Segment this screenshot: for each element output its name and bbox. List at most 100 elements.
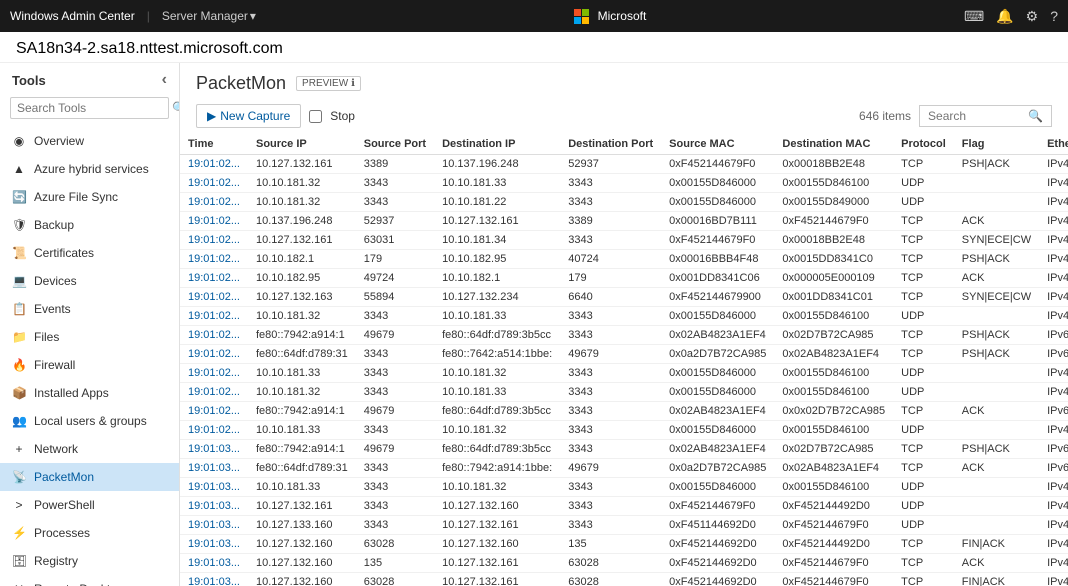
- remote-desktop-icon: ✕: [12, 582, 26, 586]
- table-row[interactable]: 19:01:03...10.127.132.1606302810.127.132…: [180, 573, 1068, 586]
- table-row[interactable]: 19:01:02...10.137.196.2485293710.127.132…: [180, 212, 1068, 231]
- processes-icon: ⚡: [12, 526, 26, 540]
- sidebar-item-certificates[interactable]: 📜 Certificates: [0, 239, 179, 267]
- table-row[interactable]: 19:01:03...fe80::7942:a914:149679fe80::6…: [180, 440, 1068, 459]
- table-row[interactable]: 19:01:02...10.10.181.33334310.10.181.323…: [180, 364, 1068, 383]
- table-row[interactable]: 19:01:02...10.127.132.1616303110.10.181.…: [180, 231, 1068, 250]
- terminal-icon[interactable]: ⌨: [964, 8, 984, 25]
- table-row[interactable]: 19:01:02...10.10.181.33334310.10.181.323…: [180, 421, 1068, 440]
- time-link[interactable]: 19:01:03...: [188, 462, 240, 474]
- table-row[interactable]: 19:01:03...10.127.132.1606302810.127.132…: [180, 535, 1068, 554]
- sidebar-item-devices[interactable]: 💻 Devices: [0, 267, 179, 295]
- table-row[interactable]: 19:01:02...10.10.181.32334310.10.181.333…: [180, 383, 1068, 402]
- sidebar-item-files[interactable]: 📁 Files: [0, 323, 179, 351]
- sidebar-item-azure-hybrid[interactable]: ▲ Azure hybrid services: [0, 155, 179, 183]
- help-icon[interactable]: ?: [1050, 8, 1058, 24]
- col-dest-mac[interactable]: Destination MAC: [774, 134, 893, 155]
- table-cell: 0x02D7B72CA985: [774, 440, 893, 459]
- table-row[interactable]: 19:01:02...fe80::7942:a914:149679fe80::6…: [180, 402, 1068, 421]
- col-dest-ip[interactable]: Destination IP: [434, 134, 560, 155]
- time-link[interactable]: 19:01:03...: [188, 481, 240, 493]
- time-link[interactable]: 19:01:03...: [188, 500, 240, 512]
- sidebar-item-overview[interactable]: ◉ Overview: [0, 127, 179, 155]
- sidebar-item-powershell[interactable]: > PowerShell: [0, 491, 179, 519]
- time-link[interactable]: 19:01:02...: [188, 158, 240, 170]
- sidebar-item-packetmon[interactable]: 📡 PacketMon: [0, 463, 179, 491]
- table-row[interactable]: 19:01:02...10.10.182.954972410.10.182.11…: [180, 269, 1068, 288]
- table-row[interactable]: 19:01:02...10.10.181.32334310.10.181.223…: [180, 193, 1068, 212]
- time-link[interactable]: 19:01:02...: [188, 405, 240, 417]
- sidebar-collapse-button[interactable]: ‹: [162, 71, 167, 89]
- sidebar-item-azure-file-sync[interactable]: 🔄 Azure File Sync: [0, 183, 179, 211]
- table-cell: FIN|ACK: [954, 573, 1039, 586]
- time-link[interactable]: 19:01:02...: [188, 310, 240, 322]
- sidebar-item-firewall[interactable]: 🔥 Firewall: [0, 351, 179, 379]
- col-time[interactable]: Time: [180, 134, 248, 155]
- table-row[interactable]: 19:01:02...10.10.181.32334310.10.181.333…: [180, 174, 1068, 193]
- time-link[interactable]: 19:01:02...: [188, 234, 240, 246]
- local-users-icon: 👥: [12, 414, 26, 428]
- table-row[interactable]: 19:01:03...fe80::64df:d789:313343fe80::7…: [180, 459, 1068, 478]
- search-tools-input[interactable]: [17, 101, 172, 115]
- table-row[interactable]: 19:01:02...10.10.182.117910.10.182.95407…: [180, 250, 1068, 269]
- notifications-icon[interactable]: 🔔: [996, 8, 1013, 25]
- time-link[interactable]: 19:01:02...: [188, 196, 240, 208]
- search-input[interactable]: [928, 109, 1028, 123]
- time-link[interactable]: 19:01:02...: [188, 272, 240, 284]
- sidebar-item-events[interactable]: 📋 Events: [0, 295, 179, 323]
- sidebar-item-processes[interactable]: ⚡ Processes: [0, 519, 179, 547]
- col-flag[interactable]: Flag: [954, 134, 1039, 155]
- time-link[interactable]: 19:01:02...: [188, 215, 240, 227]
- col-ether-type[interactable]: Ether Type: [1039, 134, 1068, 155]
- preview-badge: PREVIEW ℹ: [296, 76, 361, 91]
- server-manager-button[interactable]: Server Manager ▾: [162, 9, 256, 23]
- table-row[interactable]: 19:01:02...10.10.181.32334310.10.181.333…: [180, 307, 1068, 326]
- ms-square-green: [582, 9, 589, 16]
- packet-table-container[interactable]: Time Source IP Source Port Destination I…: [180, 134, 1068, 586]
- settings-icon[interactable]: ⚙: [1026, 8, 1039, 25]
- sidebar-item-local-users[interactable]: 👥 Local users & groups: [0, 407, 179, 435]
- table-row[interactable]: 19:01:02...fe80::7942:a914:149679fe80::6…: [180, 326, 1068, 345]
- table-row[interactable]: 19:01:02...fe80::64df:d789:313343fe80::7…: [180, 345, 1068, 364]
- table-row[interactable]: 19:01:03...10.127.132.16013510.127.132.1…: [180, 554, 1068, 573]
- table-row[interactable]: 19:01:03...10.127.133.160334310.127.132.…: [180, 516, 1068, 535]
- table-row[interactable]: 19:01:03...10.127.132.161334310.127.132.…: [180, 497, 1068, 516]
- time-link[interactable]: 19:01:03...: [188, 576, 240, 586]
- col-source-ip[interactable]: Source IP: [248, 134, 356, 155]
- new-capture-button[interactable]: ▶ New Capture: [196, 104, 301, 128]
- time-link[interactable]: 19:01:02...: [188, 253, 240, 265]
- time-link[interactable]: 19:01:03...: [188, 443, 240, 455]
- sidebar-item-network[interactable]: + Network: [0, 435, 179, 463]
- table-row[interactable]: 19:01:03...10.10.181.33334310.10.181.323…: [180, 478, 1068, 497]
- col-dest-port[interactable]: Destination Port: [560, 134, 661, 155]
- sidebar-item-backup[interactable]: 🛡 Backup: [0, 211, 179, 239]
- sidebar-item-label: Azure File Sync: [34, 190, 118, 204]
- table-cell: [954, 307, 1039, 326]
- col-source-port[interactable]: Source Port: [356, 134, 434, 155]
- table-cell: IPv4: [1039, 421, 1068, 440]
- table-cell: IPv4: [1039, 250, 1068, 269]
- time-link[interactable]: 19:01:02...: [188, 291, 240, 303]
- table-cell: IPv4: [1039, 212, 1068, 231]
- sidebar-item-installed-apps[interactable]: 📦 Installed Apps: [0, 379, 179, 407]
- table-row[interactable]: 19:01:02...10.127.132.161338910.137.196.…: [180, 155, 1068, 174]
- sidebar-item-remote-desktop[interactable]: ✕ Remote Desktop: [0, 575, 179, 586]
- time-link[interactable]: 19:01:03...: [188, 519, 240, 531]
- table-cell: TCP: [893, 231, 954, 250]
- time-link[interactable]: 19:01:02...: [188, 424, 240, 436]
- stop-checkbox[interactable]: [309, 110, 322, 123]
- time-link[interactable]: 19:01:02...: [188, 329, 240, 341]
- col-source-mac[interactable]: Source MAC: [661, 134, 774, 155]
- preview-info-icon: ℹ: [351, 78, 355, 89]
- sidebar-item-registry[interactable]: 🗄 Registry: [0, 547, 179, 575]
- time-link[interactable]: 19:01:02...: [188, 386, 240, 398]
- time-link[interactable]: 19:01:02...: [188, 348, 240, 360]
- table-cell: 3343: [560, 440, 661, 459]
- col-protocol[interactable]: Protocol: [893, 134, 954, 155]
- time-link[interactable]: 19:01:02...: [188, 177, 240, 189]
- time-link[interactable]: 19:01:03...: [188, 557, 240, 569]
- table-cell: IPv6: [1039, 459, 1068, 478]
- time-link[interactable]: 19:01:02...: [188, 367, 240, 379]
- table-row[interactable]: 19:01:02...10.127.132.1635589410.127.132…: [180, 288, 1068, 307]
- time-link[interactable]: 19:01:03...: [188, 538, 240, 550]
